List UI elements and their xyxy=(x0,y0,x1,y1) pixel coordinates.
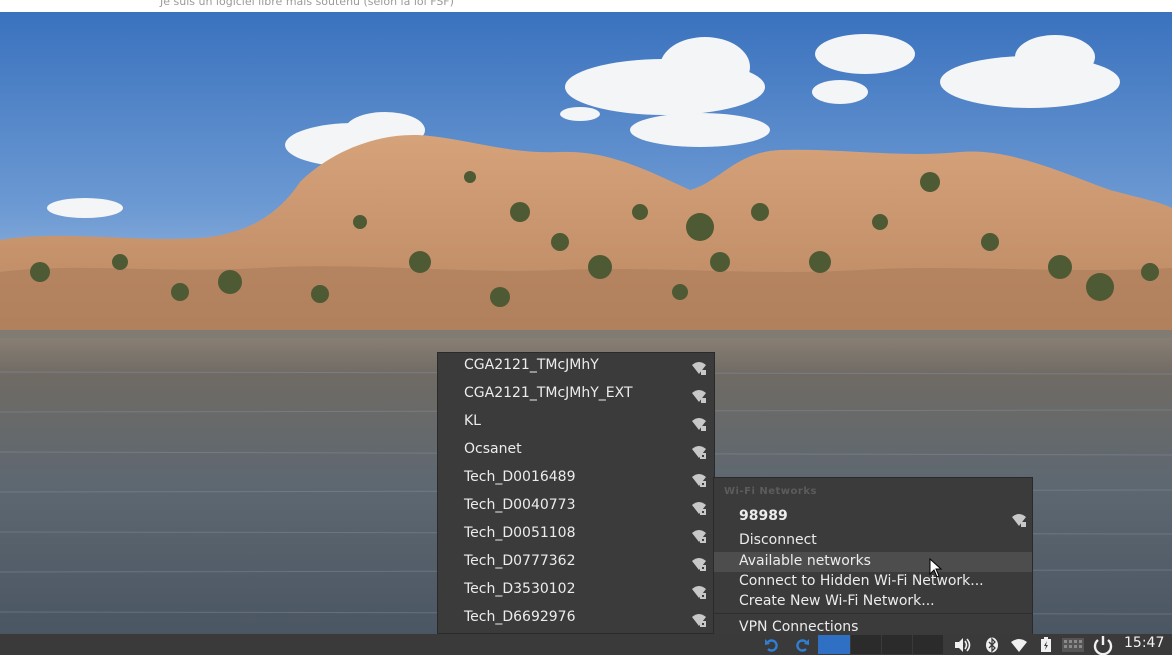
create-new-label: Create New Wi-Fi Network... xyxy=(739,593,935,609)
workspace-3[interactable] xyxy=(882,635,912,654)
top-strip-text: Je suis un logiciel libre mais soutenu (… xyxy=(160,0,454,8)
bluetooth-icon[interactable] xyxy=(985,637,999,653)
menu-separator xyxy=(714,613,1032,614)
top-text-strip: Je suis un logiciel libre mais soutenu (… xyxy=(0,0,1172,12)
workspace-4[interactable] xyxy=(913,635,943,654)
vpn-connections-label: VPN Connections xyxy=(739,619,859,635)
network-item[interactable]: Tech_D3530102 xyxy=(438,577,714,605)
disconnect-item[interactable]: Disconnect xyxy=(714,531,1032,551)
wifi-signal-icon xyxy=(692,362,706,375)
wifi-networks-menu: Wi-Fi Networks 98989 Disconnect Availabl… xyxy=(713,477,1033,635)
network-ssid: Tech_D0051108 xyxy=(464,525,576,541)
wifi-locked-icon xyxy=(692,446,706,459)
network-item[interactable]: Ocsanet xyxy=(438,437,714,465)
network-item[interactable]: Tech_D0777362 xyxy=(438,549,714,577)
network-ssid: KL xyxy=(464,413,481,429)
connect-hidden-label: Connect to Hidden Wi-Fi Network... xyxy=(739,573,984,589)
battery-icon[interactable] xyxy=(1040,637,1052,653)
wifi-locked-icon xyxy=(692,614,706,627)
network-ssid: Tech_D0016489 xyxy=(464,469,576,485)
network-item[interactable]: CGA2121_TMcJMhY_EXT xyxy=(438,381,714,409)
network-ssid: Tech_D3530102 xyxy=(464,581,576,597)
network-item[interactable]: KL xyxy=(438,409,714,437)
wifi-signal-icon xyxy=(692,390,706,403)
keyboard-icon[interactable] xyxy=(1062,638,1084,652)
taskbar-panel: 15:47 xyxy=(0,634,1172,655)
workspace-1[interactable] xyxy=(818,635,850,654)
network-item[interactable]: Tech_D0016489 xyxy=(438,465,714,493)
wifi-locked-icon xyxy=(692,530,706,543)
power-icon[interactable] xyxy=(1092,635,1114,655)
available-networks-item[interactable]: Available networks xyxy=(714,552,1032,572)
wifi-menu-header: Wi-Fi Networks xyxy=(724,486,817,497)
available-networks-label: Available networks xyxy=(739,553,871,569)
clock[interactable]: 15:47 xyxy=(1124,635,1164,651)
connect-hidden-network-item[interactable]: Connect to Hidden Wi-Fi Network... xyxy=(714,572,1032,592)
redo-icon[interactable] xyxy=(792,637,810,653)
network-ssid: Tech_D6692976 xyxy=(464,609,576,625)
wifi-locked-icon xyxy=(692,474,706,487)
undo-icon[interactable] xyxy=(764,637,782,653)
network-ssid: Tech_D0040773 xyxy=(464,497,576,513)
workspace-2[interactable] xyxy=(851,635,881,654)
wifi-signal-icon xyxy=(692,418,706,431)
wifi-locked-icon xyxy=(692,586,706,599)
network-item[interactable]: Tech_D0051108 xyxy=(438,521,714,549)
network-item[interactable]: Tech_D0040773 xyxy=(438,493,714,521)
connected-network-ssid[interactable]: 98989 xyxy=(739,508,788,524)
network-ssid: Ocsanet xyxy=(464,441,522,457)
network-ssid: CGA2121_TMcJMhY_EXT xyxy=(464,385,633,401)
network-item[interactable]: Tech_D6692976 xyxy=(438,605,714,633)
wifi-connected-icon xyxy=(1012,514,1026,527)
wifi-icon[interactable] xyxy=(1010,637,1028,653)
network-ssid: CGA2121_TMcJMhY xyxy=(464,357,599,373)
mouse-cursor-icon xyxy=(929,558,943,578)
disconnect-label: Disconnect xyxy=(739,532,817,548)
available-networks-menu: CGA2121_TMcJMhY CGA2121_TMcJMhY_EXT KL O… xyxy=(437,352,715,634)
network-item[interactable]: CGA2121_TMcJMhY xyxy=(438,353,714,381)
volume-icon[interactable] xyxy=(954,637,972,653)
network-ssid: Tech_D0777362 xyxy=(464,553,576,569)
create-new-network-item[interactable]: Create New Wi-Fi Network... xyxy=(714,592,1032,612)
wifi-locked-icon xyxy=(692,502,706,515)
wifi-locked-icon xyxy=(692,558,706,571)
